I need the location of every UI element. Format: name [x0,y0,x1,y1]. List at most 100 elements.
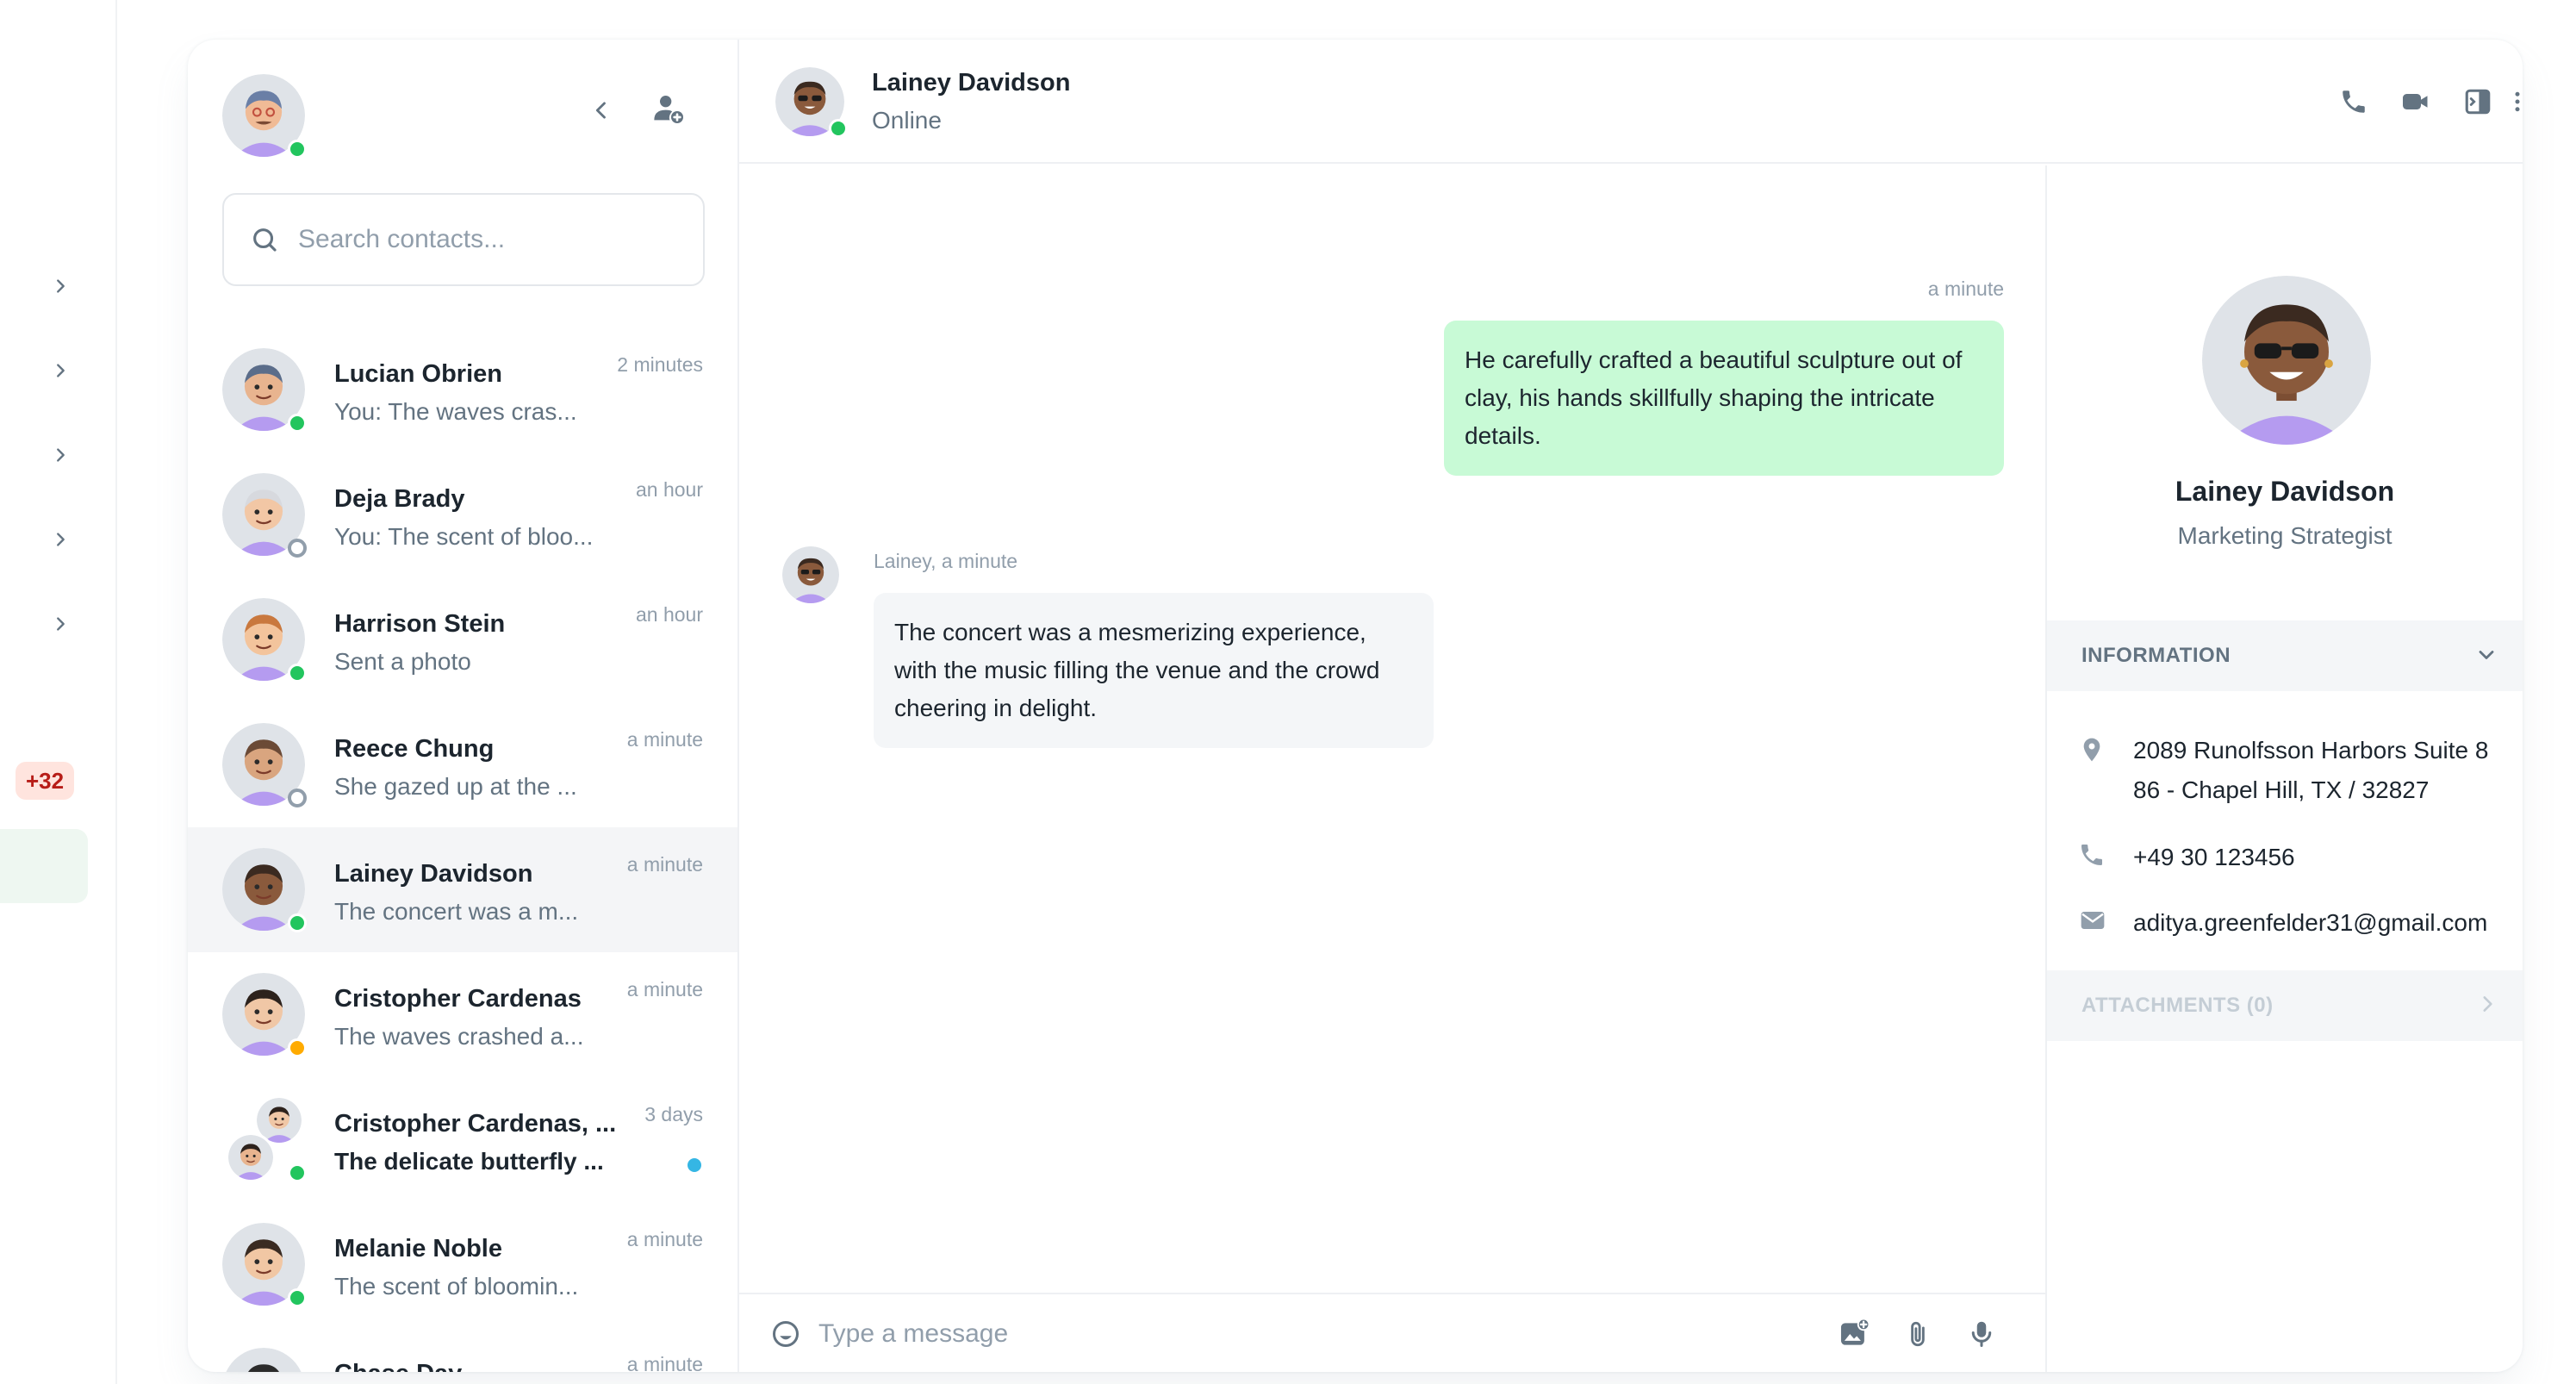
contact-last-message: The waves crashed a... [334,1023,584,1050]
conversation-avatar[interactable] [775,67,848,138]
group-avatar [222,1098,307,1182]
message-input[interactable] [818,1315,1809,1353]
nav-expand-chevron-icon[interactable] [48,612,72,636]
contact-avatar [222,598,307,683]
contact-list-item[interactable]: Chase Day a minute [188,1327,737,1372]
add-contact-button[interactable] [644,84,693,133]
nav-expand-chevron-icon[interactable] [48,527,72,552]
toggle-details-button[interactable] [2454,78,2502,126]
outgoing-message-time: a minute [1927,277,2004,300]
more-options-button[interactable] [2500,78,2523,126]
contact-time: a minute [626,728,703,751]
contact-time: 2 minutes [617,353,703,376]
outgoing-message-bubble[interactable]: He carefully crafted a beautiful sculptu… [1444,321,2004,476]
status-offline-icon [288,789,307,807]
contact-name: Cristopher Cardenas [334,985,582,1013]
attachments-section-toggle[interactable]: ATTACHMENTS (0) [2047,970,2523,1041]
contact-time: a minute [626,853,703,876]
voice-message-button[interactable] [1957,1310,2006,1358]
paperclip-icon [1911,1321,1925,1347]
attach-file-button[interactable] [1894,1310,1942,1358]
contact-avatar [222,473,307,558]
contact-list-item[interactable]: Reece Chung She gazed up at the ... a minu… [188,702,737,827]
contact-name: Chase Day [334,1360,462,1372]
address-line-2: 86 - Chapel Hill, TX / 32827 [2133,776,2430,803]
contact-avatar [222,348,307,433]
contact-name: Reece Chung [334,735,495,763]
contact-name: Cristopher Cardenas, ... [334,1110,617,1138]
phone-icon [2343,90,2365,113]
details-name: Lainey Davidson [2175,476,2395,507]
incoming-message-meta: Lainey, a minute [874,550,1018,572]
contact-list-item[interactable]: Melanie Noble The scent of bloomin... a mi… [188,1202,737,1327]
contact-last-message: The delicate butterfly ... [334,1148,604,1175]
details-avatar-image [2202,276,2371,445]
add-user-icon [654,96,683,123]
incoming-message-bubble[interactable]: The concert was a mesmerizing experience… [874,593,1434,748]
contact-name: Melanie Noble [334,1235,502,1262]
nav-expand-chevron-icon[interactable] [48,443,72,467]
contact-last-message: The scent of bloomin... [334,1273,579,1300]
chevron-right-icon [2483,996,2492,1012]
video-camera-icon [2403,94,2428,109]
contact-name: Lainey Davidson [334,860,533,888]
email-address[interactable]: aditya.greenfelder31@gmail.com [2133,903,2487,943]
contact-list-item[interactable]: Harrison Stein Sent a photo an hour [188,577,737,702]
contact-list-item[interactable]: Deja Brady You: The scent of bloo... an ho… [188,452,737,577]
contact-list-item[interactable]: Cristopher Cardenas, ... The delicate but… [188,1077,737,1202]
chevron-down-icon [2479,651,2494,659]
contact-last-message: You: The scent of bloo... [334,523,594,550]
information-section-toggle[interactable]: INFORMATION [2047,620,2523,691]
contact-time: a minute [626,978,703,1001]
search-input[interactable] [298,225,677,254]
search-field[interactable] [222,193,705,286]
more-vertical-icon [2515,91,2520,112]
nav-expand-chevron-icon[interactable] [48,358,72,383]
contact-avatar [222,973,307,1057]
conversation-header: Lainey Davidson Online [739,40,2523,164]
message-composer [739,1293,2045,1372]
my-status-online-icon [288,140,307,159]
contact-last-message: Sent a photo [334,648,471,675]
contact-last-message: The concert was a m... [334,898,579,925]
contact-list-item[interactable]: Lainey Davidson The concert was a m... a m… [188,827,737,952]
contact-avatar [222,1348,305,1372]
nav-expand-chevron-icon[interactable] [48,274,72,298]
contact-avatar [222,1223,307,1307]
information-section-label: INFORMATION [2081,644,2231,667]
contact-list: Lucian Obrien You: The waves cras... 2 min… [188,327,737,1372]
my-avatar[interactable] [222,74,307,159]
contacts-panel: Lucian Obrien You: The waves cras... 2 min… [188,40,739,1372]
contact-last-message: You: The waves cras... [334,398,577,425]
attachments-section-label: ATTACHMENTS (0) [2081,994,2274,1017]
collapse-panel-button[interactable] [577,86,625,134]
emoji-button[interactable] [762,1310,810,1358]
nav-count-badge[interactable]: +32 [16,762,74,800]
phone-row: +49 30 123456 [2078,838,2295,877]
phone-icon [2081,845,2102,865]
microphone-icon [1971,1321,1992,1347]
contact-list-item[interactable]: Cristopher Cardenas The waves crashed a..… [188,952,737,1077]
address-row: 2089 Runolfsson Harbors Suite 8 86 - Cha… [2078,731,2488,810]
nav-active-item[interactable] [0,829,88,903]
contact-time: 3 days [644,1103,703,1125]
call-button[interactable] [2330,78,2378,126]
contact-details-panel: Lainey Davidson Marketing Strategist INF… [2045,165,2523,1372]
add-image-button[interactable] [1830,1310,1878,1358]
image-add-icon [1840,1318,1870,1345]
contact-name: Deja Brady [334,485,465,513]
status-online-icon [288,414,307,433]
contact-list-item[interactable]: Lucian Obrien You: The waves cras... 2 min… [188,327,737,452]
chat-app-card: Lucian Obrien You: The waves cras... 2 min… [188,40,2523,1372]
incoming-avatar-image [782,546,839,603]
contact-avatar [222,723,307,807]
contact-name: Lucian Obrien [334,360,502,388]
conversation-status-online-icon [829,119,848,138]
details-role: Marketing Strategist [2177,522,2392,549]
phone-number[interactable]: +49 30 123456 [2133,838,2295,877]
video-call-button[interactable] [2392,78,2440,126]
sidebar-toggle-icon [2465,89,2491,115]
status-online-icon [288,664,307,683]
incoming-message-avatar [782,546,839,603]
location-pin-icon [2083,738,2100,762]
